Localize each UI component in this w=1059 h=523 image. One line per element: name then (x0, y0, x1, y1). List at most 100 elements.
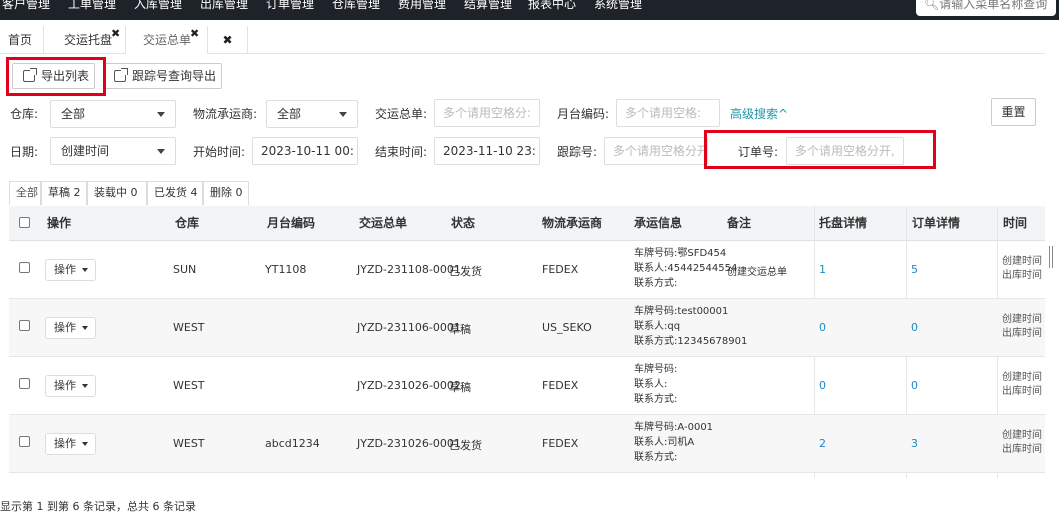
advanced-search-link[interactable]: 高级搜索^ (730, 105, 788, 122)
date-type-select[interactable]: 创建时间 (50, 137, 176, 165)
info-plate: 车牌号码:A-0001 (634, 422, 714, 433)
info-plate: 车牌号码:test00001 (634, 306, 729, 317)
cell-carrier: FEDEX (542, 379, 579, 392)
warehouse-select[interactable]: 全部 (50, 100, 176, 128)
col-header: 月台编码 (267, 216, 316, 230)
nav-menu-system[interactable]: 系统管理 (594, 0, 642, 14)
row-actions-dropdown[interactable]: 操作 (45, 433, 96, 455)
pallet-detail-link[interactable]: 0 (819, 379, 826, 392)
close-icon[interactable]: ✖ (190, 20, 199, 48)
info-contact: 联系人:qq (634, 321, 681, 332)
nav-menu-outbound[interactable]: 出库管理 (200, 0, 248, 14)
end-time-input[interactable]: 2023-11-10 23: (434, 137, 540, 165)
close-icon[interactable]: ✖ (111, 20, 120, 48)
carrier-select-value: 全部 (277, 107, 302, 121)
tab-master-order[interactable]: 交运总单 ✖ (126, 26, 208, 54)
order-detail-link[interactable]: 0 (911, 321, 918, 334)
time-outbound: 出库时间 (1002, 386, 1042, 397)
top-nav-bar: 客户管理 工单管理 入库管理 出库管理 订单管理 仓库管理 费用管理 结算管理 … (0, 0, 1059, 20)
cell-platform-code: abcd1234 (265, 437, 320, 450)
date-label: 日期: (10, 145, 39, 159)
order-detail-link[interactable]: 5 (911, 263, 918, 276)
nav-menu-reports[interactable]: 报表中心 (528, 0, 576, 14)
select-all-checkbox[interactable] (19, 217, 30, 228)
nav-menu-settlement[interactable]: 结算管理 (464, 0, 512, 14)
search-icon: 🔍︎ (924, 0, 940, 11)
status-tab-label: 已发货 4 (154, 186, 198, 199)
end-time-label: 结束时间: (375, 145, 428, 159)
status-tab-deleted[interactable]: 删除 0 (203, 181, 249, 205)
pallet-detail-link[interactable]: 1 (819, 263, 826, 276)
cell-warehouse: WEST (173, 437, 205, 450)
cell-warehouse: SUN (173, 263, 197, 276)
row-checkbox[interactable] (19, 378, 30, 389)
menu-search-input[interactable]: 🔍︎请输入菜单名称查询 (916, 0, 1056, 16)
row-actions-dropdown[interactable]: 操作 (45, 375, 96, 397)
actions-label: 操作 (54, 263, 76, 276)
carrier-select[interactable]: 全部 (266, 100, 358, 128)
pagination-summary: 显示第 1 到第 6 条记录，总共 6 条记录 (0, 500, 196, 513)
info-plate: 车牌号码:鄂SFD454 (634, 248, 727, 259)
status-tab-loading[interactable]: 装载中 0 (87, 181, 147, 205)
status-tab-label: 删除 0 (210, 186, 243, 199)
cell-master-order: JYZD-231108-0001 (357, 263, 461, 276)
cell-warehouse: WEST (173, 379, 205, 392)
nav-menu-order[interactable]: 订单管理 (266, 0, 314, 14)
highlight-box (6, 57, 106, 96)
tab-pallet[interactable]: 交运托盘 ✖ (44, 26, 126, 54)
status-tab-draft[interactable]: 草稿 2 (41, 181, 87, 205)
info-contact: 联系人:45442544554 (634, 263, 738, 274)
tab-home[interactable]: 首页 (0, 26, 44, 54)
master-order-input[interactable]: 多个请用空格分: (434, 99, 540, 127)
cell-time: 创建时间 出库时间 (1002, 429, 1042, 457)
pallet-detail-link[interactable]: 0 (819, 321, 826, 334)
order-detail-link[interactable]: 0 (911, 379, 918, 392)
time-outbound: 出库时间 (1002, 444, 1042, 455)
cell-status: 已发货 (449, 265, 482, 278)
date-type-value: 创建时间 (61, 144, 110, 158)
reset-button[interactable]: 重置 (991, 98, 1036, 126)
tab-home-label: 首页 (8, 33, 33, 47)
start-time-value: 2023-10-11 00: (261, 144, 354, 158)
cell-master-order: JYZD-231026-0002 (357, 379, 461, 392)
status-tab-all[interactable]: 全部 (9, 181, 41, 205)
nav-menu-workorder[interactable]: 工单管理 (68, 0, 116, 14)
row-actions-dropdown[interactable]: 操作 (45, 317, 96, 339)
master-order-table: 操作 仓库 月台编码 交运总单 状态 物流承运商 承运信息 备注 托盘详情 订单… (9, 206, 1045, 478)
col-header: 物流承运商 (542, 216, 603, 230)
cell-status: 草稿 (449, 381, 471, 394)
cell-carrier: US_SEKO (542, 321, 592, 334)
nav-menu-fees[interactable]: 费用管理 (398, 0, 446, 14)
tracking-export-button[interactable]: 跟踪号查询导出 (103, 63, 222, 89)
scrollbar-handle[interactable] (1049, 246, 1053, 268)
row-checkbox[interactable] (19, 262, 30, 273)
cell-warehouse: WEST (173, 321, 205, 334)
start-time-input[interactable]: 2023-10-11 00: (252, 137, 358, 165)
cell-master-order: JYZD-231106-0001 (357, 321, 461, 334)
cell-carrier-info: 车牌号码:鄂SFD454 联系人:45442544554 联系方式: (634, 246, 737, 291)
col-header: 备注 (727, 216, 752, 230)
pallet-detail-link[interactable]: 2 (819, 437, 826, 450)
nav-menu-customer[interactable]: 客户管理 (2, 0, 50, 14)
tracking-number-input[interactable]: 多个请用空格分开 (604, 137, 708, 165)
info-phone: 联系方式: (634, 452, 678, 463)
nav-menu-warehouse[interactable]: 仓库管理 (332, 0, 380, 14)
actions-label: 操作 (54, 321, 76, 334)
status-tab-label: 装载中 0 (94, 186, 138, 199)
info-plate: 车牌号码: (634, 364, 678, 375)
nav-menu-inbound[interactable]: 入库管理 (134, 0, 182, 14)
caret-down-icon (157, 112, 165, 117)
col-header: 操作 (47, 216, 72, 230)
tracking-export-label: 跟踪号查询导出 (132, 69, 217, 83)
cell-carrier: FEDEX (542, 437, 579, 450)
info-contact: 联系人: (634, 379, 668, 390)
actions-label: 操作 (54, 379, 76, 392)
row-actions-dropdown[interactable]: 操作 (45, 259, 96, 281)
order-detail-link[interactable]: 3 (911, 437, 918, 450)
cell-carrier-info: 车牌号码: 联系人: 联系方式: (634, 362, 677, 407)
row-checkbox[interactable] (19, 320, 30, 331)
row-checkbox[interactable] (19, 436, 30, 447)
close-all-tabs-icon[interactable]: ✖ (208, 26, 248, 54)
status-tab-shipped[interactable]: 已发货 4 (147, 181, 203, 205)
platform-code-input[interactable]: 多个请用空格: (616, 99, 720, 127)
